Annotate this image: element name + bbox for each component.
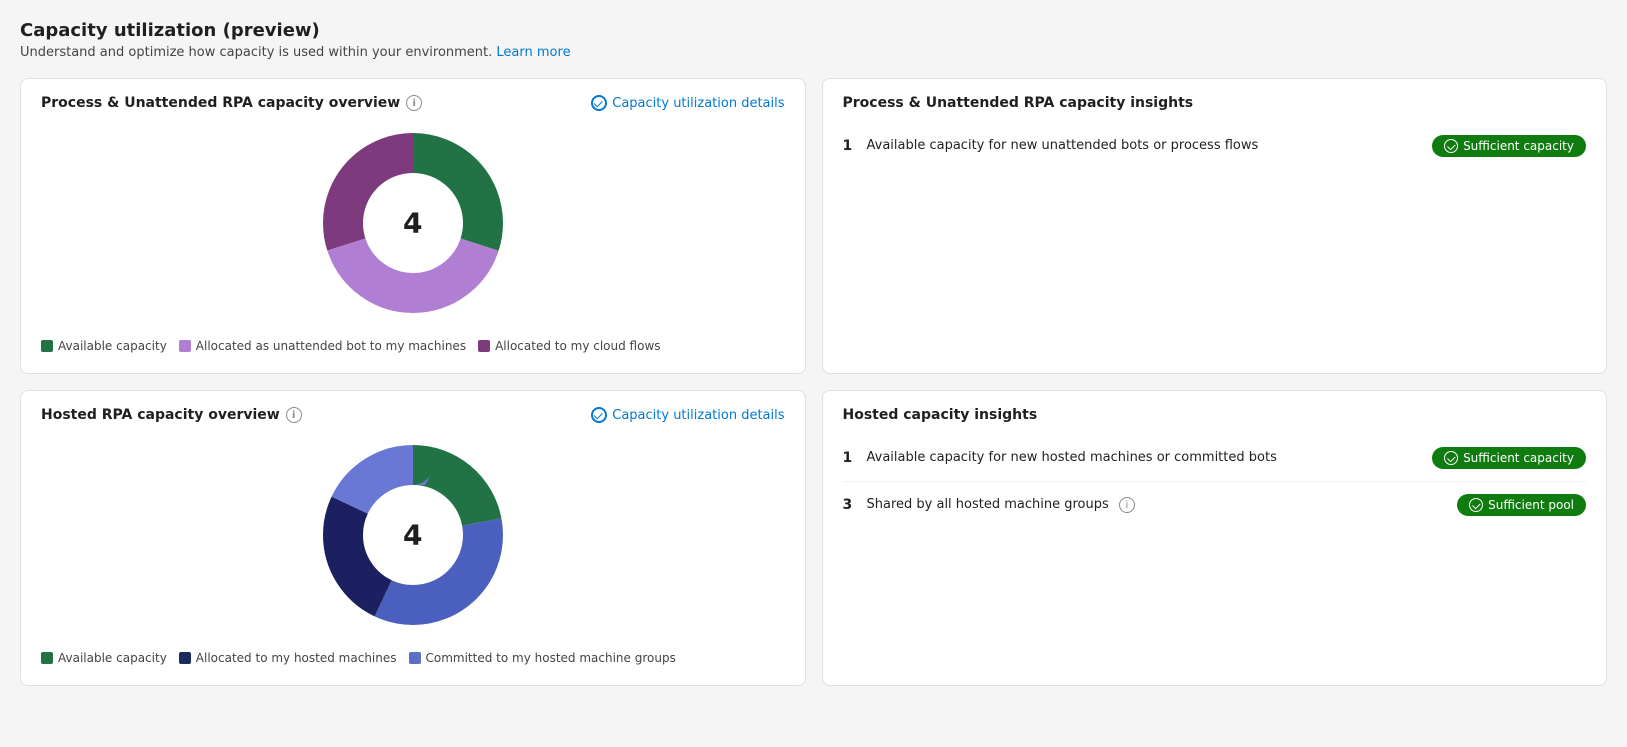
process-overview-header: Process & Unattended RPA capacity overvi…	[41, 95, 785, 111]
page-title: Capacity utilization (preview)	[20, 20, 1607, 41]
hosted-insights-row-1: 3 Shared by all hosted machine groups i …	[843, 482, 1587, 528]
hosted-legend: Available capacity Allocated to my hoste…	[41, 651, 785, 665]
hosted-legend-item-2: Committed to my hosted machine groups	[409, 651, 676, 665]
process-insights-left-0: 1 Available capacity for new unattended …	[843, 138, 1259, 154]
hosted-overview-details-link[interactable]: Capacity utilization details	[591, 407, 784, 423]
hosted-legend-dot-0	[41, 652, 53, 664]
badge-check-icon-0	[1444, 139, 1458, 153]
hosted-donut-container: 4	[41, 435, 785, 635]
hosted-insights-card: Hosted capacity insights 1 Available cap…	[822, 390, 1608, 686]
process-legend-dot-1	[179, 340, 191, 352]
hosted-badge-check-icon-0	[1444, 451, 1458, 465]
process-legend-item-2: Allocated to my cloud flows	[478, 339, 660, 353]
hosted-insights-badge-0: Sufficient capacity	[1432, 447, 1586, 469]
process-legend: Available capacity Allocated as unattend…	[41, 339, 785, 353]
process-insights-content: 1 Available capacity for new unattended …	[843, 123, 1587, 323]
process-overview-info-icon[interactable]: i	[406, 95, 422, 111]
hosted-legend-dot-1	[179, 652, 191, 664]
hosted-insights-header: Hosted capacity insights	[843, 407, 1587, 423]
hosted-insights-left-0: 1 Available capacity for new hosted mach…	[843, 450, 1277, 466]
process-legend-item-0: Available capacity	[41, 339, 167, 353]
process-overview-details-link[interactable]: Capacity utilization details	[591, 95, 784, 111]
hosted-badge-check-icon-1	[1469, 498, 1483, 512]
process-insights-header: Process & Unattended RPA capacity insigh…	[843, 95, 1587, 111]
hosted-insights-badge-1: Sufficient pool	[1457, 494, 1586, 516]
process-overview-title: Process & Unattended RPA capacity overvi…	[41, 95, 422, 111]
hosted-overview-card: Hosted RPA capacity overview i Capacity …	[20, 390, 806, 686]
process-donut-wrap: 4	[313, 123, 513, 323]
process-legend-dot-0	[41, 340, 53, 352]
learn-more-link[interactable]: Learn more	[496, 45, 570, 60]
hosted-insights-info-icon[interactable]: i	[1119, 497, 1135, 513]
process-insights-badge-0: Sufficient capacity	[1432, 135, 1586, 157]
process-donut-container: 4	[41, 123, 785, 323]
hosted-insights-content: 1 Available capacity for new hosted mach…	[843, 435, 1587, 635]
page-subtitle: Understand and optimize how capacity is …	[20, 45, 1607, 60]
hosted-legend-item-1: Allocated to my hosted machines	[179, 651, 397, 665]
hosted-donut-center: 4	[403, 519, 422, 552]
process-donut-center: 4	[403, 207, 422, 240]
process-legend-dot-2	[478, 340, 490, 352]
process-insights-title: Process & Unattended RPA capacity insigh…	[843, 95, 1194, 111]
hosted-insights-left-1: 3 Shared by all hosted machine groups i	[843, 497, 1135, 514]
hosted-overview-title: Hosted RPA capacity overview i	[41, 407, 302, 423]
process-legend-item-1: Allocated as unattended bot to my machin…	[179, 339, 466, 353]
hosted-legend-item-0: Available capacity	[41, 651, 167, 665]
hosted-legend-dot-2	[409, 652, 421, 664]
process-insights-row-0: 1 Available capacity for new unattended …	[843, 123, 1587, 169]
process-insights-card: Process & Unattended RPA capacity insigh…	[822, 78, 1608, 374]
main-grid: Process & Unattended RPA capacity overvi…	[20, 78, 1607, 686]
hosted-overview-header: Hosted RPA capacity overview i Capacity …	[41, 407, 785, 423]
hosted-insights-row-0: 1 Available capacity for new hosted mach…	[843, 435, 1587, 482]
hosted-overview-info-icon[interactable]: i	[286, 407, 302, 423]
process-overview-card: Process & Unattended RPA capacity overvi…	[20, 78, 806, 374]
hosted-donut-wrap: 4	[313, 435, 513, 635]
hosted-insights-title: Hosted capacity insights	[843, 407, 1038, 423]
details-check-icon	[591, 95, 607, 111]
hosted-details-check-icon	[591, 407, 607, 423]
